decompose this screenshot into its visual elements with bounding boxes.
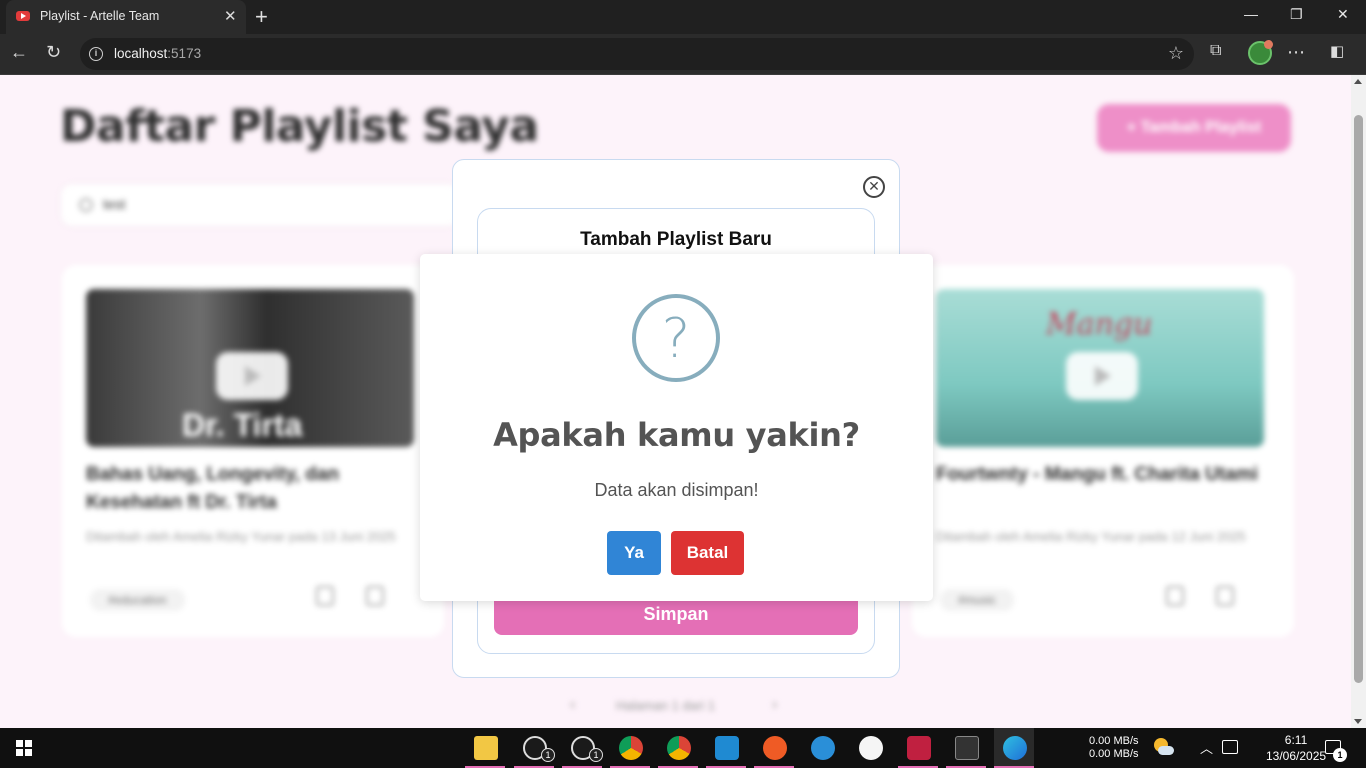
close-modal-icon[interactable]: ✕ (863, 176, 885, 198)
confirm-title: Apakah kamu yakin? (493, 416, 860, 454)
windows-taskbar: 1 1 0.00 MB/s 0.00 MB/s ︿ 6:11 13/06/202… (0, 728, 1366, 768)
form-title: Tambah Playlist Baru (580, 229, 772, 250)
play-icon (1066, 352, 1138, 400)
chrome-icon[interactable] (610, 728, 650, 768)
card-title: Bahas Uang, Longevity, dan Kesehatan ft … (86, 464, 340, 513)
prev-page-icon[interactable]: ‹ (570, 696, 575, 714)
play-icon (216, 352, 288, 400)
reload-button[interactable]: ↻ (46, 42, 61, 63)
clock-time: 6:11 (1284, 733, 1308, 747)
confirm-yes-button[interactable]: Ya (607, 531, 661, 575)
delete-icon[interactable] (366, 586, 384, 606)
edit-icon[interactable] (1166, 586, 1184, 606)
sidebar-toggle-icon[interactable]: ◧ (1330, 42, 1344, 60)
scroll-up-icon[interactable] (1354, 79, 1362, 84)
page-viewport: Daftar Playlist Saya + Tambah Playlist t… (0, 75, 1351, 728)
confirm-dialog: ? Apakah kamu yakin? Data akan disimpan!… (420, 254, 933, 601)
back-button[interactable]: ← (10, 42, 28, 63)
add-playlist-button[interactable]: + Tambah Playlist (1097, 104, 1291, 152)
browser-tab[interactable]: Playlist - Artelle Team ✕ (6, 0, 246, 34)
network-speed: 0.00 MB/s 0.00 MB/s (1089, 735, 1139, 761)
card-title: Fourtwnty - Mangu ft. Charita Utami (936, 464, 1258, 485)
profile-avatar[interactable] (1248, 40, 1273, 65)
thumbnail-text: Dr. Tirta (182, 407, 303, 443)
terminal-icon[interactable] (946, 728, 986, 768)
youtube-favicon-icon (16, 11, 30, 21)
battery-icon[interactable] (1222, 740, 1238, 754)
net-upload: 0.00 MB/s (1089, 735, 1139, 747)
card-meta: Ditambah oleh Amelia Rizky Yunar pada 12… (936, 529, 1246, 544)
weather-icon[interactable] (1152, 736, 1174, 758)
extensions-icon[interactable]: ⧉ (1210, 42, 1221, 60)
page-scrollbar[interactable] (1351, 75, 1366, 728)
close-window-button[interactable]: ✕ (1337, 6, 1349, 23)
app-icon[interactable] (802, 728, 842, 768)
card-meta: Ditambah oleh Amelia Rizky Yunar pada 13… (86, 529, 396, 544)
vscode-icon[interactable] (706, 728, 746, 768)
question-icon: ? (632, 294, 720, 382)
edge-icon[interactable] (994, 728, 1034, 768)
pagination-label: Halaman 1 dari 1 (616, 698, 715, 713)
pagination: ‹ Halaman 1 dari 1 › (560, 694, 800, 718)
notification-badge: 1 (1333, 748, 1347, 762)
video-thumbnail[interactable]: Dr. Tirta (86, 289, 414, 447)
file-explorer-icon[interactable] (465, 728, 505, 768)
edit-icon[interactable] (316, 586, 334, 606)
delete-icon[interactable] (1216, 586, 1234, 606)
card-tag: #music (940, 589, 1015, 611)
address-bar[interactable]: i localhost:5173 ☆ (80, 38, 1194, 70)
search-value: test (103, 196, 126, 212)
browser-tab-strip: Playlist - Artelle Team ✕ + — ❐ ✕ (0, 0, 1366, 34)
minimize-button[interactable]: — (1244, 6, 1258, 22)
tab-title: Playlist - Artelle Team (40, 9, 160, 23)
scroll-thumb[interactable] (1354, 115, 1363, 683)
new-tab-button[interactable]: + (255, 4, 268, 30)
tab-close-icon[interactable]: ✕ (224, 7, 237, 25)
tray-overflow-icon[interactable]: ︿ (1200, 738, 1213, 757)
next-page-icon[interactable]: › (772, 696, 777, 714)
clock-date: 13/06/2025 (1266, 749, 1327, 763)
more-menu-icon[interactable]: ⋯ (1287, 42, 1305, 63)
page-title: Daftar Playlist Saya (60, 101, 539, 152)
database-tool-icon[interactable] (898, 728, 938, 768)
confirm-cancel-button[interactable]: Batal (671, 531, 744, 575)
search-icon (79, 198, 93, 212)
favorite-star-icon[interactable]: ☆ (1168, 43, 1184, 64)
whatsapp-icon[interactable]: 1 (562, 728, 603, 768)
chrome-icon[interactable] (658, 728, 698, 768)
scroll-down-icon[interactable] (1354, 719, 1362, 724)
windows-start-icon[interactable] (16, 740, 32, 756)
search-input[interactable]: test (60, 183, 460, 227)
net-download: 0.00 MB/s (1089, 748, 1139, 760)
card-tag: #education (90, 589, 185, 611)
url-text: localhost:5173 (114, 46, 202, 61)
whatsapp-badge: 1 (589, 748, 603, 762)
system-clock[interactable]: 6:11 13/06/2025 (1266, 732, 1326, 764)
site-info-icon[interactable]: i (89, 47, 103, 61)
video-thumbnail[interactable]: Mangu (936, 289, 1264, 447)
whatsapp-badge: 1 (541, 748, 555, 762)
confirm-text: Data akan disimpan! (594, 480, 759, 500)
whatsapp-icon[interactable]: 1 (514, 728, 555, 768)
postman-icon[interactable] (754, 728, 794, 768)
playlist-card[interactable]: Mangu Fourtwnty - Mangu ft. Charita Utam… (912, 265, 1294, 637)
restore-button[interactable]: ❐ (1290, 6, 1303, 23)
mongodb-compass-icon[interactable] (850, 728, 890, 768)
browser-toolbar: ← ↻ i localhost:5173 ☆ ⧉ ⋯ ◧ (0, 34, 1366, 75)
thumbnail-text: Mangu (1046, 307, 1153, 342)
playlist-card[interactable]: Dr. Tirta Bahas Uang, Longevity, dan Kes… (62, 265, 444, 637)
